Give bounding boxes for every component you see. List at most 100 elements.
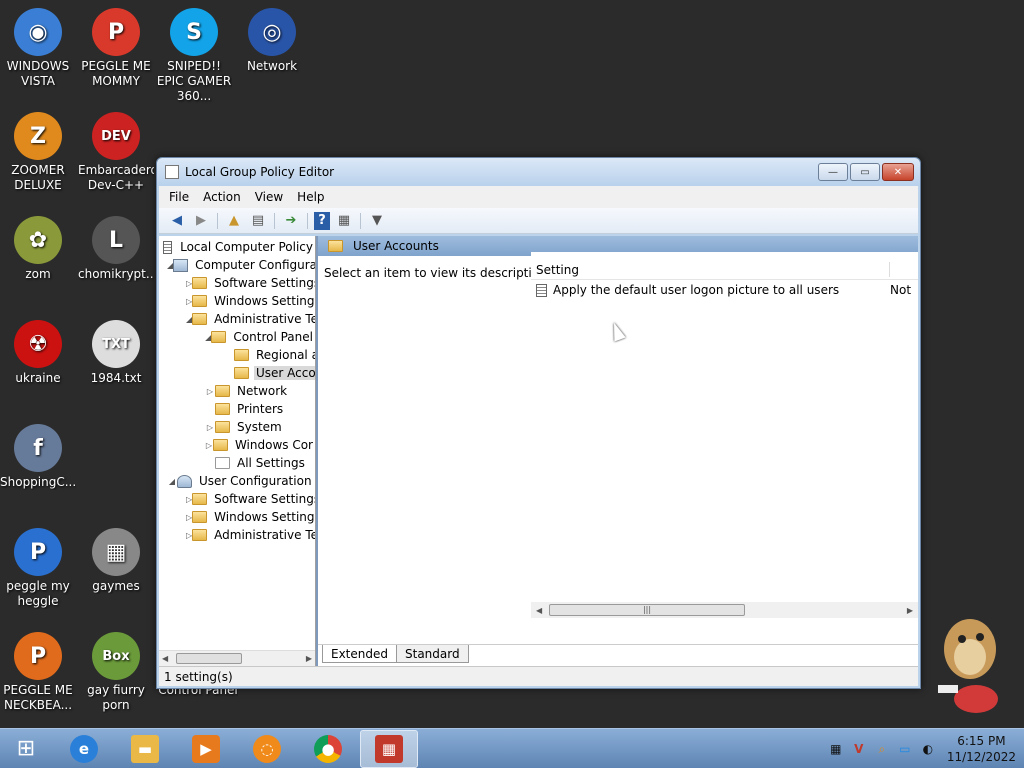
tree-item-uc-administrative-templates[interactable]: ▷ Administrative Te [159, 526, 315, 544]
desktop-icon[interactable]: Box gay fiurry porn [78, 632, 154, 713]
settings-list: Setting Apply the default user logon pic… [531, 252, 918, 636]
all-settings-icon [215, 457, 230, 469]
column-divider[interactable] [889, 262, 890, 277]
close-button[interactable]: ✕ [882, 163, 914, 181]
tree-item-printers[interactable]: Printers [159, 400, 315, 418]
desktop-icon[interactable]: ✿ zom [0, 216, 76, 282]
tray-app-icon[interactable]: ▦ [828, 741, 844, 757]
desktop-icon[interactable]: Lchomikrypt... [78, 216, 154, 282]
folder-icon [192, 529, 208, 541]
tree-horizontal-scrollbar[interactable]: ◀ ▶ [159, 650, 315, 666]
status-text: 1 setting(s) [164, 669, 233, 684]
maximize-button[interactable]: ▭ [850, 163, 880, 181]
show-hide-tree-icon[interactable]: ▤ [248, 212, 268, 230]
menu-file[interactable]: File [169, 190, 189, 204]
desktop-icon-label: WINDOWS VISTA [6, 59, 70, 88]
setting-column-header[interactable]: Setting [531, 260, 918, 280]
tree-item-local-computer-policy[interactable]: Local Computer Policy [159, 238, 315, 256]
setting-icon [536, 283, 547, 297]
minimize-button[interactable]: — [818, 163, 848, 181]
toolbar-separator [307, 212, 308, 229]
desktop-icon[interactable]: TXT 1984.txt [78, 320, 154, 386]
taskbar-internet-explorer[interactable]: e [55, 730, 113, 768]
tree-item-cc-administrative-templates[interactable]: ◢ Administrative Te [159, 310, 315, 328]
setting-name: Apply the default user logon picture to … [553, 283, 840, 297]
list-horizontal-scrollbar[interactable]: ◀ ||| ▶ [531, 602, 918, 618]
menu-help[interactable]: Help [297, 190, 324, 204]
desktop-icon[interactable]: Ppeggle my heggle [0, 528, 76, 609]
tree-item-user-configuration[interactable]: ◢ User Configuration [159, 472, 315, 490]
tray-volume-icon[interactable]: ◐ [920, 741, 936, 757]
expanded-triangle-icon[interactable]: ◢ [167, 477, 177, 486]
tree-item-all-settings[interactable]: All Settings [159, 454, 315, 472]
export-list-icon[interactable]: ➔ [281, 212, 301, 230]
title-bar[interactable]: Local Group Policy Editor — ▭ ✕ [157, 158, 920, 186]
desktop-app-icon: ◉ [14, 8, 62, 56]
scrollbar-thumb[interactable] [176, 653, 242, 664]
tree-item-user-accounts[interactable]: User Acco [159, 364, 315, 382]
desktop-icon[interactable]: f ShoppingC... [0, 424, 76, 490]
collapsed-triangle-icon[interactable]: ▷ [205, 441, 213, 450]
chrome-icon: ● [314, 734, 342, 763]
desktop-app-icon: ☢ [14, 320, 62, 368]
tray-monitor-icon[interactable]: ▭ [897, 741, 913, 757]
scroll-left-icon[interactable]: ◀ [536, 606, 542, 615]
desktop-icon[interactable]: Z ZOOMER DELUXE [0, 112, 76, 193]
filter-icon[interactable]: ▼ [367, 212, 387, 230]
setting-row[interactable]: Apply the default user logon picture to … [531, 280, 918, 300]
tree-item-cc-windows-settings[interactable]: ▷ Windows Setting [159, 292, 315, 310]
tree-item-computer-configuration[interactable]: ◢ Computer Configura [159, 256, 315, 274]
folder-icon [192, 493, 208, 505]
desktop-icon[interactable]: ◎ Network [234, 8, 310, 74]
tree-item-uc-software-settings[interactable]: ▷ Software Settings [159, 490, 315, 508]
tray-search-icon[interactable]: ⌕ [874, 741, 890, 757]
desktop-icon[interactable]: ◉ WINDOWS VISTA [0, 8, 76, 89]
back-arrow-icon[interactable]: ◀ [167, 212, 187, 230]
folder-icon: ▬ [131, 734, 159, 763]
desktop-app-icon: P [92, 8, 140, 56]
user-icon [177, 474, 192, 488]
tab-extended[interactable]: Extended [322, 645, 397, 663]
desktop-icon[interactable]: P PEGGLE ME MOMMY [78, 8, 154, 89]
media-player-icon: ▶ [192, 734, 220, 763]
desktop-icon[interactable]: S SNIPED!! EPIC GAMER 360... [156, 8, 232, 104]
collapsed-triangle-icon[interactable]: ▷ [205, 423, 215, 432]
window-title: Local Group Policy Editor [185, 165, 335, 179]
tree-item-regional[interactable]: Regional a [159, 346, 315, 364]
scroll-right-icon[interactable]: ▶ [907, 606, 913, 615]
tab-standard[interactable]: Standard [396, 645, 469, 663]
menu-view[interactable]: View [255, 190, 283, 204]
scrollbar-thumb[interactable]: ||| [549, 604, 745, 616]
tree-item-system[interactable]: ▷ System [159, 418, 315, 436]
start-button[interactable]: ⊞ [0, 729, 52, 768]
desktop-icon[interactable]: ☢ ukraine [0, 320, 76, 386]
taskbar-media-player[interactable]: ▶ [177, 730, 235, 768]
desktop-icon-label: 1984.txt [90, 371, 142, 385]
desktop-icon[interactable]: ▦ gaymes [78, 528, 154, 594]
menu-action[interactable]: Action [203, 190, 241, 204]
details-header-title: User Accounts [353, 239, 439, 253]
group-policy-editor-window[interactable]: Local Group Policy Editor — ▭ ✕ File Act… [156, 157, 921, 689]
tree-item-windows-components[interactable]: ▷ Windows Cor [159, 436, 315, 454]
description-text: Select an item to view its description. [324, 266, 551, 280]
tray-v-icon[interactable]: V [851, 741, 867, 757]
tree-item-control-panel[interactable]: ◢ Control Panel [159, 328, 315, 346]
tree-item-cc-software-settings[interactable]: ▷ Software Settings [159, 274, 315, 292]
up-folder-icon[interactable]: ▲ [224, 212, 244, 230]
system-clock[interactable]: 6:15 PM 11/12/2022 [947, 733, 1016, 765]
taskbar-chrome[interactable]: ● [299, 730, 357, 768]
taskbar-file-explorer[interactable]: ▬ [116, 730, 174, 768]
properties-icon[interactable]: ▦ [334, 212, 354, 230]
desktop-icon[interactable]: DEV Embarcadero Dev-C++ [78, 112, 154, 193]
taskbar-group-policy-editor[interactable]: ▦ [360, 729, 418, 768]
scroll-right-icon[interactable]: ▶ [306, 654, 312, 663]
collapsed-triangle-icon[interactable]: ▷ [205, 387, 215, 396]
forward-arrow-icon[interactable]: ▶ [191, 212, 211, 230]
desktop-icon[interactable]: P PEGGLE ME NECKBEA... [0, 632, 76, 713]
tree-item-network[interactable]: ▷ Network [159, 382, 315, 400]
scroll-left-icon[interactable]: ◀ [162, 654, 168, 663]
tree-item-uc-windows-settings[interactable]: ▷ Windows Setting [159, 508, 315, 526]
taskbar-orange-app[interactable]: ◌ [238, 730, 296, 768]
help-icon[interactable]: ? [314, 211, 330, 230]
desktop-icon-label: gaymes [92, 579, 140, 593]
